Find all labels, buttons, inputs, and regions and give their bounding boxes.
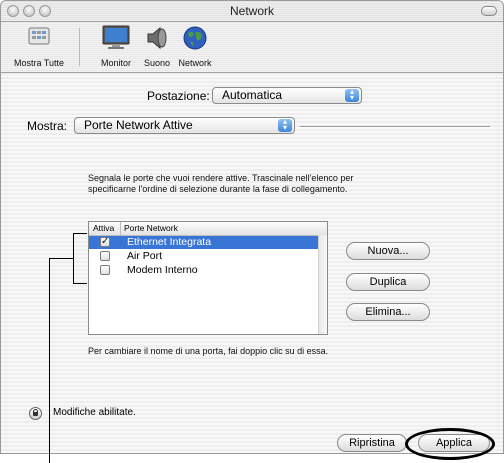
show-label: Mostra: [27, 119, 68, 133]
delete-port-button[interactable]: Elimina... [346, 303, 430, 321]
location-value: Automatica [222, 88, 283, 102]
callout-bracket [73, 233, 74, 284]
column-header-active[interactable]: Attiva [93, 223, 114, 233]
active-checkbox[interactable] [100, 265, 110, 275]
list-item-airport[interactable]: Air Port [89, 250, 319, 263]
separator-line [300, 126, 490, 128]
location-label: Postazione: [147, 89, 210, 103]
column-divider [120, 222, 121, 235]
show-popup[interactable]: Porte Network Attive ▴ ▾ [74, 117, 295, 134]
lock-status: Modifiche abilitate. [53, 407, 136, 418]
show-value: Porte Network Attive [84, 118, 193, 132]
toolbar: Mostra Tutte Monitor Suono Network [1, 22, 503, 73]
callout-connector [49, 258, 73, 259]
show-all-icon [28, 27, 50, 45]
location-popup[interactable]: Automatica ▴ ▾ [212, 87, 362, 104]
toolbar-label-monitor: Monitor [100, 58, 131, 68]
port-name: Air Port [127, 250, 163, 262]
toolbar-separator [79, 28, 80, 66]
apply-highlight-oval [405, 428, 495, 460]
port-name: Modem Interno [127, 264, 198, 276]
list-item-modem[interactable]: Modem Interno [89, 264, 319, 277]
toolbar-sound[interactable]: Suono [139, 24, 175, 68]
list-scrollbar[interactable] [318, 235, 327, 334]
lock-icon[interactable] [29, 407, 42, 420]
toolbar-network[interactable]: Network [175, 24, 215, 68]
toolbar-toggle-button[interactable] [481, 6, 497, 16]
list-header: Attiva Porte Network [89, 222, 327, 236]
port-name: Ethernet Integrata [127, 236, 212, 248]
title-bar: Network [1, 1, 503, 22]
active-checkbox[interactable]: ✓ [100, 237, 110, 247]
network-ports-list[interactable]: Attiva Porte Network ✓ Ethernet Integrat… [88, 221, 328, 335]
callout-bracket-top [73, 233, 87, 234]
speaker-icon [147, 26, 167, 50]
toolbar-show-all[interactable]: Mostra Tutte [1, 24, 77, 68]
rename-hint: Per cambiare il nome di una porta, fai d… [88, 346, 329, 356]
new-port-button[interactable]: Nuova... [346, 242, 430, 260]
toolbar-monitor[interactable]: Monitor [95, 24, 137, 68]
duplicate-port-button[interactable]: Duplica [346, 273, 430, 291]
popup-arrows-icon: ▴ ▾ [345, 88, 359, 102]
toolbar-label-sound: Suono [143, 58, 171, 68]
instructions-line-2: specificarne l'ordine di selezione duran… [88, 184, 348, 194]
monitor-icon [102, 25, 130, 49]
window-title: Network [229, 4, 274, 18]
globe-icon [183, 26, 207, 50]
instructions-line-1: Segnala le porte che vuoi rendere attive… [88, 173, 354, 183]
revert-button[interactable]: Ripristina [337, 434, 407, 452]
callout-bracket-bottom [73, 283, 87, 284]
list-item-ethernet[interactable]: ✓ Ethernet Integrata [89, 236, 319, 249]
network-preferences-window: Network Mostra Tutte Monitor Suono Netwo… [0, 0, 504, 454]
toolbar-label-network: Network [178, 58, 212, 68]
active-checkbox[interactable] [100, 251, 110, 261]
popup-arrows-icon: ▴ ▾ [278, 118, 292, 132]
toolbar-label-show-all: Mostra Tutte [13, 58, 65, 68]
column-header-ports[interactable]: Porte Network [124, 223, 178, 233]
callout-line [49, 258, 50, 463]
